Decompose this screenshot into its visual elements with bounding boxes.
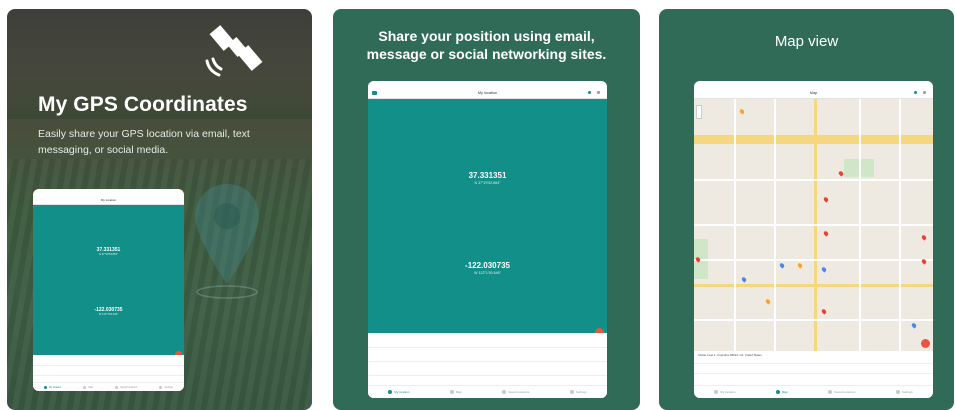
tablet-mockup: My location 37.331351 N 37°19'52.864" -1… (368, 81, 607, 398)
nav-settings[interactable]: Settings (569, 390, 587, 394)
detail-row (368, 375, 607, 376)
location-icon (388, 390, 393, 394)
bottom-navigation: My location Map Saved locations Settings (694, 385, 933, 398)
map-marker-icon[interactable] (822, 230, 830, 237)
app-bar-title: My location (100, 198, 117, 202)
menu-icon[interactable] (372, 91, 377, 95)
panel-title: Map view (774, 33, 839, 50)
longitude-value: -122.030735 (465, 261, 510, 270)
bottom-navigation: My location Map Saved locations Settings (368, 385, 607, 398)
nav-settings[interactable]: Settings (895, 390, 913, 394)
street (694, 224, 933, 226)
gear-icon (569, 390, 574, 394)
street (774, 99, 776, 351)
map-marker-icon[interactable] (820, 266, 828, 273)
layers-icon[interactable] (914, 91, 917, 94)
pin-icon[interactable] (588, 91, 591, 94)
map-marker-icon[interactable] (920, 234, 928, 241)
coordinates-card: 37.331351 N 37°19'52.864" -122.030735 W … (33, 205, 184, 358)
gear-icon (159, 385, 163, 389)
street (694, 179, 933, 181)
panel-title: My GPS Coordinates (38, 93, 248, 116)
latitude-dms: N 37°19'52.864" (99, 253, 118, 256)
detail-row (33, 375, 184, 376)
map-marker-icon[interactable] (778, 262, 786, 269)
street (899, 99, 901, 351)
nav-map[interactable]: Map (775, 390, 788, 394)
detail-row (368, 347, 607, 348)
detail-row (694, 373, 933, 374)
tablet-mockup: My location 37.331351 N 37°19'52.864" -1… (33, 189, 184, 391)
panel-title: Share your position using email, message… (366, 28, 607, 62)
detail-row (694, 363, 933, 364)
map-marker-icon[interactable] (820, 308, 828, 315)
map-marker-icon[interactable] (796, 262, 804, 269)
app-bar: My location (368, 87, 607, 99)
map-marker-icon[interactable] (740, 276, 748, 283)
gear-icon (895, 390, 900, 394)
bookmark-icon (115, 385, 119, 389)
satellite-icon (205, 25, 263, 77)
promo-panel-map-view: Map view Map Infinite Loop 1, Cupertino … (659, 9, 954, 410)
location-icon (714, 390, 719, 394)
panel-subtitle: Easily share your GPS location via email… (38, 128, 250, 156)
map-icon (449, 390, 454, 394)
detail-row (33, 365, 184, 366)
map-icon (775, 390, 780, 394)
promo-panel-my-gps-coordinates: My GPS Coordinates Easily share your GPS… (7, 9, 312, 410)
nav-my-location[interactable]: My location (388, 390, 409, 394)
map-marker-icon[interactable] (738, 108, 746, 115)
bookmark-icon (502, 390, 507, 394)
tablet-mockup: Map Infinite Loop 1, Cupertino 95014, CA… (694, 81, 933, 398)
map-view[interactable] (694, 99, 933, 351)
location-pin-icon (195, 184, 259, 299)
nav-my-location[interactable]: My location (44, 385, 61, 389)
street (859, 99, 861, 351)
latitude-value: 37.331351 (468, 171, 507, 180)
latitude-dms: N 37°19'52.864" (474, 181, 501, 185)
app-bar: My location (33, 195, 184, 205)
promo-panel-share-position: Share your position using email, message… (333, 9, 640, 410)
nav-saved-locations[interactable]: Saved locations (502, 390, 529, 394)
share-icon[interactable] (597, 91, 600, 94)
zoom-controls[interactable] (696, 105, 702, 119)
nav-my-location[interactable]: My location (714, 390, 735, 394)
app-bar: Map (694, 87, 933, 99)
nav-saved-locations[interactable]: Saved locations (115, 385, 137, 389)
nav-settings[interactable]: Settings (159, 385, 173, 389)
app-bar-title: Map (809, 91, 818, 95)
bookmark-icon (828, 390, 833, 394)
street (694, 259, 933, 261)
street (734, 99, 736, 351)
map-marker-icon[interactable] (910, 322, 918, 329)
nav-map[interactable]: Map (83, 385, 93, 389)
search-icon[interactable] (923, 91, 926, 94)
longitude-dms: W 122°1'50.646" (474, 271, 501, 275)
coordinates-card: 37.331351 N 37°19'52.864" -122.030735 W … (368, 99, 607, 337)
longitude-dms: W 122°1'50.646" (98, 313, 119, 316)
bottom-navigation: My location Map Saved locations Settings (33, 382, 184, 391)
location-icon (44, 385, 48, 389)
nav-map[interactable]: Map (449, 390, 462, 394)
map-marker-icon[interactable] (822, 196, 830, 203)
address-text: Infinite Loop 1, Cupertino 95014, CA, Un… (698, 353, 762, 357)
app-bar-title: My location (477, 91, 498, 95)
map-marker-icon[interactable] (764, 298, 772, 305)
my-location-fab-button[interactable] (921, 339, 930, 348)
detail-row (368, 361, 607, 362)
nav-saved-locations[interactable]: Saved locations (828, 390, 855, 394)
street (694, 319, 933, 321)
map-icon (83, 385, 87, 389)
